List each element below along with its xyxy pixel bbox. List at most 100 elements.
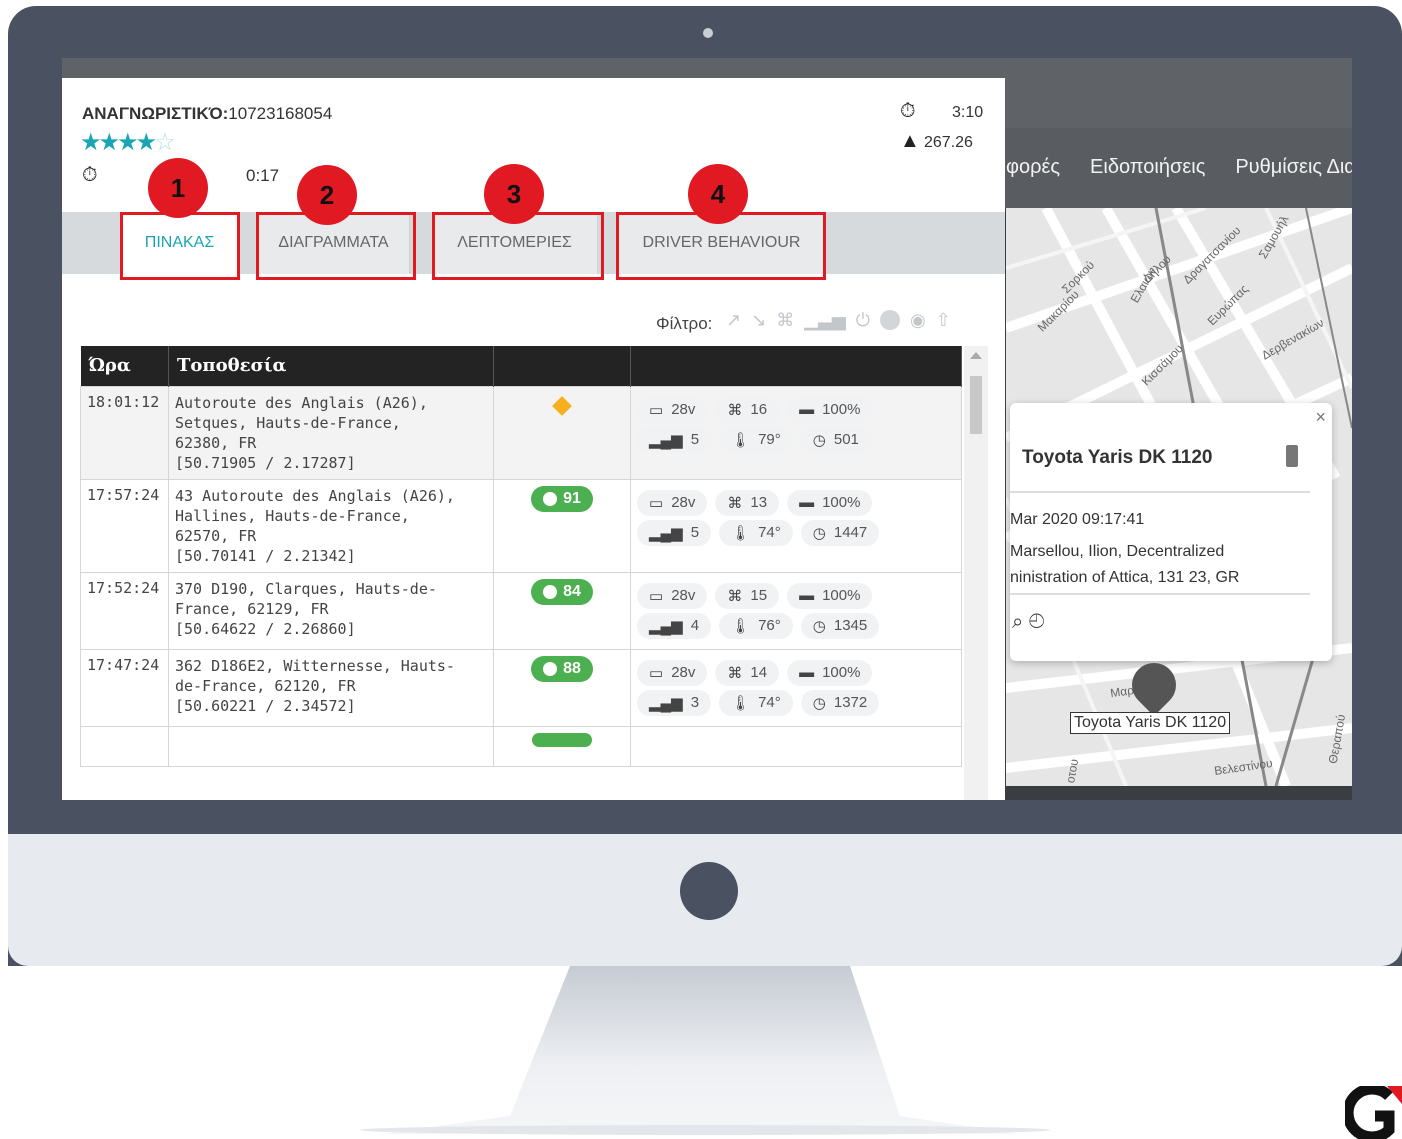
satellite-chip: ⌘ 14	[715, 659, 780, 686]
temperature-value: 74°	[758, 694, 781, 711]
cell-event	[493, 725, 631, 767]
thermometer-icon: 🌡	[731, 431, 751, 449]
battery-voltage-icon: ▭	[649, 664, 664, 682]
monitor-stand	[380, 966, 1020, 1134]
cell-event: 88	[493, 648, 631, 727]
odometer-chip: ◷ 1372	[800, 689, 880, 716]
speed-badge	[532, 732, 592, 747]
satellite-chip: ⌘ 16	[715, 396, 780, 423]
satellite-chip: ⌘ 15	[715, 582, 780, 609]
satellite-filter-icon[interactable]: ⌘	[776, 310, 794, 331]
search-icon[interactable]: ⌕	[1012, 611, 1023, 633]
table-row[interactable]: 17:52:24 370 D190, Clarques, Hauts-de- Fra…	[80, 571, 962, 650]
popup-divider	[1010, 593, 1310, 595]
cell-time: 18:01:12	[80, 385, 169, 480]
id-label: ΑΝΑΓΝΩΡΙΣΤΙΚΌ:	[82, 104, 229, 123]
telemetry-row: ▂▄▆ 5 🌡 74° ◷ 1447	[637, 519, 955, 546]
temperature-value: 79°	[758, 431, 781, 448]
cell-location: 370 D190, Clarques, Hauts-de- France, 621…	[168, 571, 494, 650]
cell-time: 17:47:24	[80, 648, 169, 727]
battery-voltage-icon: ▭	[649, 494, 664, 512]
annotation-marker-1: 1	[148, 158, 208, 218]
signal-chip: ▂▄▆ 4	[637, 612, 712, 639]
nav-menu: φορές Ειδοποιήσεις Ρυθμίσεις Διαχε	[1006, 156, 1352, 179]
annotation-box-1	[120, 212, 240, 280]
annotation-marker-3: 3	[484, 164, 544, 224]
star-icon: ★★★★	[80, 129, 157, 156]
monitor-scene: φορές Ειδοποιήσεις Ρυθμίσεις Διαχε Σορκο…	[0, 0, 1402, 1139]
battery-chip: ▬ 100%	[787, 659, 873, 686]
record-filter-icon[interactable]: ◉	[910, 310, 926, 331]
speed-badge: 84	[531, 578, 593, 605]
table-row[interactable]: 17:57:24 43 Autoroute des Anglais (A26), H…	[80, 478, 962, 573]
cell-location: 43 Autoroute des Anglais (A26), Hallines,…	[168, 478, 494, 573]
temperature-value: 74°	[758, 524, 781, 541]
location-line: 62570, FR	[175, 526, 257, 545]
cell-location: 362 D186E2, Witternesse, Hauts-de-France…	[168, 648, 494, 727]
popup-address: Marsellou, Ilion, Decentralized ninistrat…	[1010, 539, 1239, 591]
annotation-marker-2: 2	[297, 165, 357, 225]
location-line: de-France, 62120, FR	[175, 676, 356, 695]
location-coords: [50.71905 / 2.17287]	[175, 453, 356, 472]
telemetry-row: ▂▄▆ 4 🌡 76° ◷ 1345	[637, 612, 955, 639]
voltage-value: 28v	[671, 664, 696, 681]
scroll-up-icon[interactable]	[970, 352, 982, 359]
popup-close-button[interactable]: ×	[1315, 407, 1326, 428]
battery-value: 100%	[822, 401, 861, 418]
monitor-camera	[703, 28, 713, 38]
signal-chip: ▂▄▆ 5	[637, 519, 712, 546]
cell-telemetry: ▭ 28v ⌘ 14 ▬ 100% ▂▄▆ 3 🌡 74° ◷ 1372	[630, 648, 962, 727]
upload-filter-icon[interactable]: ⇧	[936, 310, 951, 331]
trend-down-filter-icon[interactable]: ↘	[751, 310, 766, 331]
voltage-chip: ▭ 28v	[637, 582, 708, 609]
location-line: 362 D186E2, Witternesse, Hauts-	[175, 656, 455, 675]
battery-icon: ▬	[799, 664, 815, 681]
gauge-icon: ◷	[812, 694, 826, 712]
speed-badge: 91	[531, 485, 593, 512]
table-row-partial[interactable]	[80, 725, 962, 767]
vehicle-marker-label[interactable]: Toyota Yaris DK 1120	[1070, 712, 1231, 734]
stop-filter-icon[interactable]	[879, 310, 900, 330]
battery-voltage-icon: ▭	[649, 587, 664, 605]
speed-badge: 88	[531, 655, 593, 682]
battery-chip: ▬ 100%	[787, 489, 873, 516]
nav-item-settings[interactable]: Ρυθμίσεις Διαχε	[1235, 156, 1352, 179]
temperature-chip: 🌡 74°	[719, 519, 793, 546]
cell-telemetry: ▭ 28v ⌘ 16 ▬ 100% ▂▄▆ 5 🌡 79° ◷ 501	[630, 385, 962, 480]
signal-icon: ▂▄▆	[649, 617, 683, 635]
id-value: 10723168054	[228, 104, 333, 123]
power-filter-icon[interactable]: ⏻	[856, 310, 870, 331]
satellite-icon: ⌘	[727, 401, 743, 419]
battery-voltage-icon: ▭	[649, 401, 664, 419]
vehicle-id-line: ΑΝΑΓΝΩΡΙΣΤΙΚΌ:10723168054	[82, 104, 332, 124]
speed-icon	[543, 661, 558, 676]
signal-icon: ▂▄▆	[649, 694, 683, 712]
location-coords: [50.64622 / 2.26860]	[175, 619, 356, 638]
table-row[interactable]: 18:01:12 Autoroute des Anglais (A26), Setq…	[80, 385, 962, 480]
nav-item-reports[interactable]: φορές	[1006, 156, 1060, 179]
signal-filter-icon[interactable]: ▁▃▅	[804, 310, 846, 331]
speed-value: 84	[563, 582, 581, 600]
temperature-chip: 🌡 74°	[719, 689, 793, 716]
phone-icon[interactable]	[1286, 445, 1298, 467]
table-scrollbar[interactable]	[964, 346, 988, 800]
trend-up-filter-icon[interactable]: ↗	[726, 310, 741, 331]
table-row[interactable]: 17:47:24 362 D186E2, Witternesse, Hauts-d…	[80, 648, 962, 727]
temperature-chip: 🌡 76°	[719, 612, 793, 639]
satellite-icon: ⌘	[727, 664, 743, 682]
scroll-thumb[interactable]	[970, 376, 982, 434]
cell-location: Autoroute des Anglais (A26), Setques, Hau…	[168, 385, 494, 480]
speed-icon	[543, 491, 558, 506]
gauge-icon: ◷	[812, 524, 826, 542]
cell-time: 17:52:24	[80, 571, 169, 650]
signal-value: 4	[690, 617, 700, 634]
trip-duration: 0:17	[246, 166, 280, 185]
temperature-chip: 🌡 79°	[719, 426, 793, 453]
clock-icon[interactable]: ◴	[1029, 611, 1045, 633]
stand-shadow	[360, 1125, 1050, 1135]
cell-time	[80, 725, 169, 767]
cell-telemetry	[630, 725, 962, 767]
signal-icon: ▂▄▆	[649, 524, 683, 542]
cell-event: 91	[493, 478, 631, 573]
nav-item-notifications[interactable]: Ειδοποιήσεις	[1090, 156, 1205, 179]
